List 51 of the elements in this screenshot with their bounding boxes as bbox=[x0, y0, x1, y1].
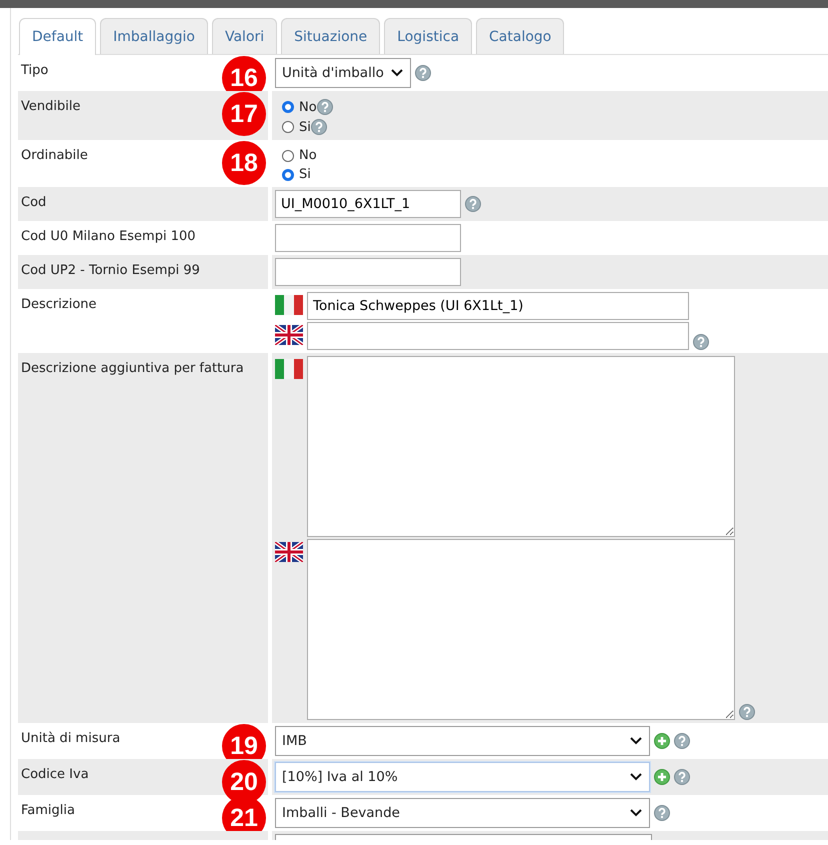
radio-button[interactable] bbox=[282, 101, 294, 113]
help-icon[interactable] bbox=[674, 769, 690, 785]
option-label[interactable]: Si bbox=[299, 167, 311, 182]
add-icon[interactable] bbox=[654, 733, 670, 749]
dropdown[interactable] bbox=[275, 834, 652, 840]
field-label: Codice Iva bbox=[21, 767, 89, 782]
field-label: Cod U0 Milano Esempi 100 bbox=[21, 229, 196, 244]
tab[interactable]: Default bbox=[19, 18, 96, 55]
help-icon[interactable] bbox=[310, 119, 327, 135]
radio-button[interactable] bbox=[282, 168, 294, 180]
input-field[interactable]: Tonica Schweppes (UI 6X1Lt_1) bbox=[307, 292, 689, 320]
dropdown[interactable]: IMB bbox=[275, 726, 650, 756]
radio-button[interactable] bbox=[282, 121, 294, 133]
number-badge: 18 bbox=[222, 141, 266, 185]
option-label[interactable]: No bbox=[299, 148, 317, 163]
tab[interactable]: Catalogo bbox=[476, 18, 564, 54]
dropdown[interactable]: [10%] Iva al 10% bbox=[275, 762, 650, 792]
help-icon[interactable] bbox=[654, 805, 670, 821]
help-icon[interactable] bbox=[465, 196, 481, 212]
add-icon[interactable] bbox=[654, 769, 670, 785]
tab[interactable]: Situazione bbox=[281, 18, 380, 54]
field-label: Famiglia bbox=[21, 803, 75, 818]
field-label: Cod bbox=[21, 195, 46, 210]
input-field[interactable]: UI_M0010_6X1LT_1 bbox=[275, 190, 461, 218]
option-label[interactable]: Si bbox=[299, 120, 311, 134]
tab[interactable]: Imballaggio bbox=[100, 18, 208, 54]
italy-flag-icon[interactable] bbox=[275, 295, 303, 315]
field-label: Tipo bbox=[21, 63, 48, 78]
input-field[interactable] bbox=[275, 258, 461, 286]
field-label: Descrizione aggiuntiva per fattura bbox=[21, 361, 244, 376]
input-field[interactable] bbox=[307, 322, 689, 350]
dropdown[interactable]: Imballi - Bevande bbox=[275, 798, 650, 828]
uk-flag-icon[interactable] bbox=[275, 542, 303, 562]
field-label: Unità di misura bbox=[21, 731, 120, 746]
input-field[interactable] bbox=[275, 224, 461, 252]
option-label[interactable]: No bbox=[299, 100, 317, 114]
help-icon[interactable] bbox=[414, 65, 431, 81]
field-label: Vendibile bbox=[21, 99, 80, 114]
help-icon[interactable] bbox=[316, 99, 333, 115]
tab[interactable]: Logistica bbox=[384, 18, 472, 54]
uk-flag-icon[interactable] bbox=[275, 325, 303, 345]
help-icon[interactable] bbox=[739, 704, 755, 720]
field-label: Descrizione bbox=[21, 297, 97, 312]
field-label: Ordinabile bbox=[21, 148, 88, 163]
dropdown[interactable]: Unità d'imballo bbox=[275, 58, 411, 88]
help-icon[interactable] bbox=[674, 733, 690, 749]
field-label: Cod UP2 - Tornio Esempi 99 bbox=[21, 263, 200, 278]
italy-flag-icon[interactable] bbox=[275, 359, 303, 379]
help-icon[interactable] bbox=[693, 334, 709, 350]
radio-button[interactable] bbox=[282, 150, 294, 162]
tab[interactable]: Valori bbox=[212, 18, 278, 54]
